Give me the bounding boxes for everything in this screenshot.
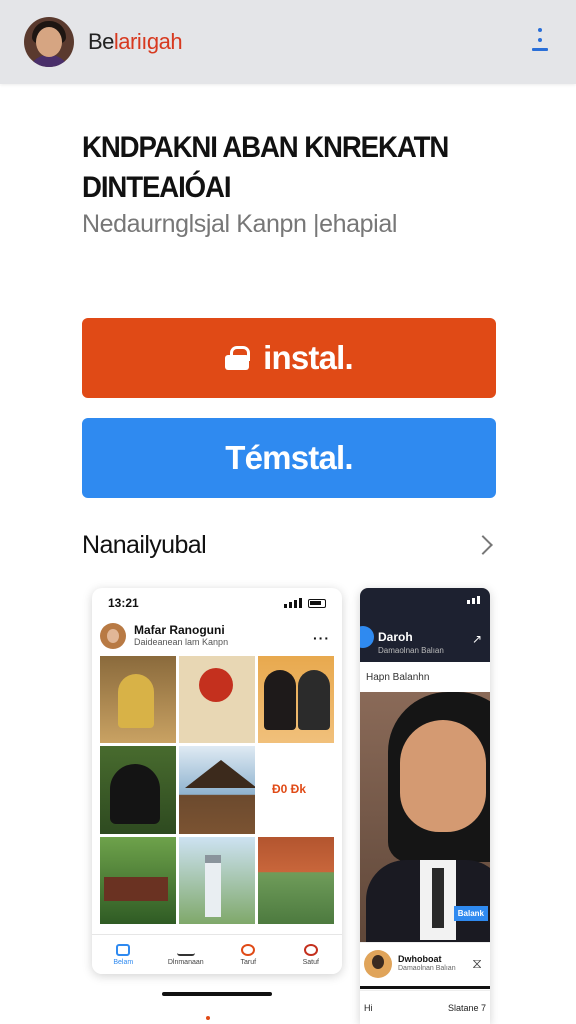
photo-tile xyxy=(258,836,334,924)
portrait-tie xyxy=(432,868,444,928)
home-indicator xyxy=(360,986,490,989)
nav-label: Satuf xyxy=(302,958,319,966)
nav-item-home: Belam xyxy=(98,943,148,966)
profile-row: Mafar Ranoguni Daideanean lam Kanpn ··· xyxy=(92,618,342,654)
screenshot-preview-2[interactable]: Daroh Damaolnan Balıan ↗ Hapn Balanhn Ba… xyxy=(360,588,490,1024)
photo-tile xyxy=(179,746,255,834)
profile-name: Mafar Ranoguni xyxy=(134,623,225,637)
signal-bar xyxy=(284,604,287,608)
footer-text: Dwhoboat Damaolnan Balıan xyxy=(392,954,456,973)
signal-bar xyxy=(467,600,470,604)
avatar[interactable] xyxy=(24,17,74,67)
page-title-line2: DINTEAIÓAI xyxy=(82,171,232,204)
preview-title: Daroh xyxy=(378,630,413,644)
share-icon: ↗ xyxy=(471,632,482,646)
bottom-left-label: Hi xyxy=(364,1002,373,1013)
signal-bar xyxy=(472,598,475,604)
preview-header: Daroh Damaolnan Balıan ↗ xyxy=(360,588,490,662)
screenshots-section-header[interactable]: Nanailyubal xyxy=(82,528,496,562)
portrait-photo: Balank xyxy=(360,692,490,942)
portrait-face xyxy=(400,720,486,832)
page-title: KNDPAKNI ABAN KNREKATN DINTEAIÓAI xyxy=(82,128,468,208)
nav-item-discover: Dlnmanaan xyxy=(161,944,211,966)
signal-icon xyxy=(467,596,480,604)
profile-subtitle: Daideanean lam Kanpn xyxy=(134,637,229,647)
profile-text: Mafar Ranoguni Daideanean lam Kanpn xyxy=(126,624,228,648)
photo-tile xyxy=(258,656,334,744)
app-header: Belariıgah xyxy=(0,0,576,84)
install-button-label: instal. xyxy=(263,339,354,376)
preview-bottom-bar: Hi Slatane 7 xyxy=(360,990,490,1024)
page-subtitle: Nedaurnglsjal Kanpn |ehapial xyxy=(82,210,397,238)
page-indicator-dot xyxy=(206,1016,210,1020)
secondary-install-button-label: Témstal. xyxy=(225,439,353,476)
install-button[interactable]: instal. xyxy=(82,318,496,398)
photo-tile xyxy=(179,836,255,924)
filter-icon: ⧖ xyxy=(472,955,482,971)
photo-tile xyxy=(100,656,176,744)
secondary-install-button[interactable]: Témstal. xyxy=(82,418,496,498)
menu-dot xyxy=(538,38,542,42)
avatar-blue xyxy=(360,626,374,648)
brand-title-part1: Be xyxy=(88,29,114,54)
photo-tag: Ð0 Ðk xyxy=(272,782,307,797)
photo-tile xyxy=(100,836,176,924)
footer-avatar xyxy=(364,949,392,978)
home-icon xyxy=(116,943,131,956)
preview-footer: Dwhoboat Damaolnan Balıan ⧖ xyxy=(360,942,490,984)
signal-bar xyxy=(477,596,480,604)
signal-bar xyxy=(294,600,297,608)
signal-bar xyxy=(289,602,292,608)
more-menu-icon[interactable] xyxy=(530,26,550,56)
status-bar: 13:21 xyxy=(92,588,342,618)
menu-bar xyxy=(532,48,548,51)
photo-tile xyxy=(100,746,176,834)
brand-title: Belariıgah xyxy=(88,29,183,55)
signal-icon xyxy=(284,598,326,608)
signal-bar xyxy=(299,598,302,608)
battery-icon xyxy=(308,599,326,608)
chat-icon xyxy=(303,943,318,956)
footer-subtitle: Damaolnan Balıan xyxy=(398,965,456,972)
preview-line: Hapn Balanhn xyxy=(366,671,430,683)
menu-dot xyxy=(538,28,542,32)
wave-icon xyxy=(176,944,195,956)
home-indicator xyxy=(162,992,272,996)
screenshot-preview-1[interactable]: 13:21 Mafar Ranoguni Daideanean lam Kanp… xyxy=(92,588,342,974)
nav-label: Taruf xyxy=(240,958,257,966)
profile-avatar xyxy=(100,623,126,649)
nav-label: Belam xyxy=(113,958,134,966)
nav-item-chat: Satuf xyxy=(286,943,336,966)
chevron-right-icon[interactable] xyxy=(473,535,493,555)
bottom-right-label: Slatane 7 xyxy=(447,1002,486,1013)
bottom-nav: Belam Dlnmanaan Taruf Satuf xyxy=(92,934,342,974)
brand-title-part2: lariıgah xyxy=(113,29,183,54)
nav-item-search: Taruf xyxy=(223,943,273,966)
photo-tile: Ð0 Ðk xyxy=(258,746,334,834)
search-icon xyxy=(241,943,256,956)
lock-icon xyxy=(225,346,251,370)
more-dots-icon: ··· xyxy=(313,630,330,646)
avatar-face xyxy=(36,27,62,57)
portrait-badge: Balank xyxy=(453,906,488,921)
page-title-line1: KNDPAKNI ABAN KNREKATN xyxy=(82,131,449,164)
section-title: Nanailyubal xyxy=(82,530,207,559)
nav-label: Dlnmanaan xyxy=(167,958,204,966)
footer-title: Dwhoboat xyxy=(398,954,442,964)
status-time: 13:21 xyxy=(108,596,139,610)
photo-grid: Ð0 Ðk xyxy=(100,656,334,924)
preview-subtitle: Damaolnan Balıan xyxy=(378,646,444,655)
photo-tile xyxy=(179,656,255,744)
